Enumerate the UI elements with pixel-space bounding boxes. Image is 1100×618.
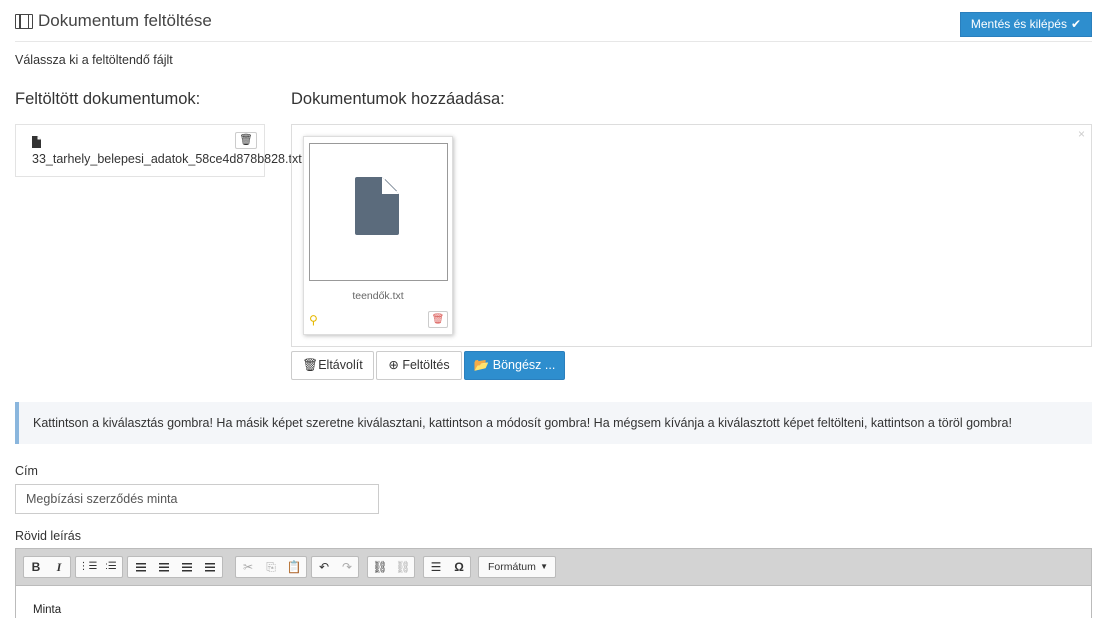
browse-button[interactable]: 📂 Böngész ... (464, 351, 565, 380)
toolbar-group-align (127, 556, 223, 578)
page-title: Dokumentum feltöltése (38, 11, 212, 30)
page-header: Dokumentum feltöltése Mentés és kilépés ✔ (15, 0, 1092, 42)
justify-icon[interactable] (199, 557, 221, 577)
file-icon (32, 136, 41, 148)
italic-icon[interactable]: I (48, 557, 70, 577)
upload-circle-icon: ⊕ (388, 358, 403, 372)
uploaded-documents-list: 33_tarhely_belepesi_adatok_58ce4d878b828… (15, 124, 302, 177)
uploaded-file-name[interactable]: 33_tarhely_belepesi_adatok_58ce4d878b828… (32, 152, 302, 166)
toolbar-group-links: ⛓ ⛓ (367, 556, 415, 578)
preview-file-name: teendők.txt (352, 290, 404, 302)
bold-icon[interactable]: B (25, 557, 47, 577)
caret-down-icon: ▼ (540, 562, 548, 571)
horizontal-rule-icon[interactable]: ☰ (425, 557, 447, 577)
remove-button[interactable]: 🗑Eltávolít (291, 351, 374, 380)
undo-icon[interactable]: ↶ (313, 557, 335, 577)
file-preview-card: teendők.txt ⚲ 🗑 (303, 136, 453, 335)
film-icon (15, 14, 33, 29)
file-preview-frame (309, 143, 448, 281)
toolbar-group-style: B I (23, 556, 71, 578)
trash-icon: 🗑 (302, 358, 319, 372)
format-dropdown[interactable]: Formátum ▼ (478, 556, 556, 578)
file-drop-zone[interactable]: × teendők.txt ⚲ 🗑 (291, 124, 1092, 347)
editor-toolbar: B I ⋮☰ :☰ ✂ ⎘ 📋 ↶ ↷ ⛓ ⛓ ☰ Ω Formátum ▼ (16, 549, 1091, 586)
paste-icon[interactable]: 📋 (283, 557, 305, 577)
copy-icon[interactable]: ⎘ (260, 557, 282, 577)
add-documents-heading: Dokumentumok hozzáadása: (291, 90, 505, 108)
drag-handle-icon[interactable]: ⚲ (309, 313, 318, 327)
toolbar-group-insert: ☰ Ω (423, 556, 471, 578)
delete-preview-button[interactable]: 🗑 (428, 311, 448, 328)
info-callout: Kattintson a kiválasztás gombra! Ha mási… (15, 402, 1092, 444)
special-char-icon[interactable]: Ω (448, 557, 470, 577)
trash-icon: 🗑 (431, 314, 445, 325)
uploaded-documents-heading: Feltöltött dokumentumok: (15, 90, 201, 108)
rich-text-editor: B I ⋮☰ :☰ ✂ ⎘ 📋 ↶ ↷ ⛓ ⛓ ☰ Ω Formátum ▼ M… (15, 548, 1092, 618)
trash-icon: 🗑 (239, 134, 253, 146)
file-icon (355, 177, 399, 235)
check-icon: ✔ (1070, 17, 1081, 31)
redo-icon[interactable]: ↷ (336, 557, 358, 577)
close-icon[interactable]: × (1078, 127, 1085, 141)
link-icon[interactable]: ⛓ (369, 557, 391, 577)
ordered-list-icon[interactable]: ⋮☰ (77, 557, 99, 577)
toolbar-group-lists: ⋮☰ :☰ (75, 556, 123, 578)
align-left-icon[interactable] (130, 557, 152, 577)
toolbar-group-history: ↶ ↷ (311, 556, 359, 578)
upload-button[interactable]: ⊕ Feltöltés (376, 351, 462, 380)
instruction-text: Válassza ki a feltöltendő fájlt (15, 53, 173, 67)
save-and-exit-button[interactable]: Mentés és kilépés ✔ (959, 12, 1092, 37)
unlink-icon[interactable]: ⛓ (392, 557, 414, 577)
toolbar-group-clipboard: ✂ ⎘ 📋 (235, 556, 307, 578)
unordered-list-icon[interactable]: :☰ (100, 557, 122, 577)
cut-icon[interactable]: ✂ (237, 557, 259, 577)
title-input[interactable] (15, 484, 379, 514)
info-text: Kattintson a kiválasztás gombra! Ha mási… (33, 416, 1012, 430)
short-description-label: Rövid leírás (15, 529, 81, 543)
title-label: Cím (15, 464, 38, 478)
align-right-icon[interactable] (176, 557, 198, 577)
folder-open-icon: 📂 (473, 358, 493, 372)
delete-uploaded-file-button[interactable]: 🗑 (235, 132, 257, 149)
editor-content[interactable]: Minta (33, 604, 61, 616)
align-center-icon[interactable] (153, 557, 175, 577)
